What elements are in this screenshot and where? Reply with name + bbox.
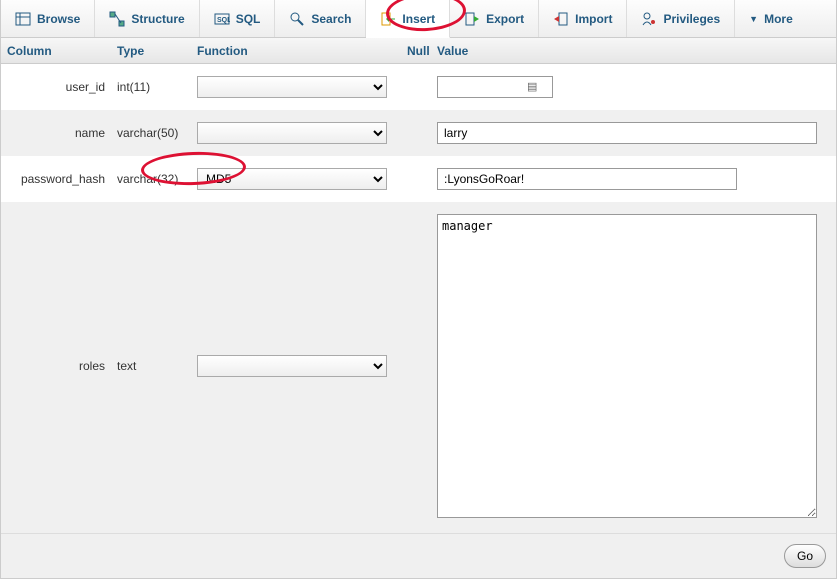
function-select-password-hash[interactable]: MD5 [197, 168, 387, 190]
table-header: Column Type Function Null Value [1, 38, 836, 64]
tab-browse[interactable]: Browse [1, 0, 95, 37]
function-select-name[interactable] [197, 122, 387, 144]
table-row: password_hash varchar(32) MD5 [1, 156, 836, 202]
chevron-down-icon: ▼ [749, 14, 758, 24]
column-name: name [1, 126, 111, 140]
footer-bar: Go [1, 533, 836, 578]
search-icon [289, 11, 305, 27]
tab-sql[interactable]: SQL SQL [200, 0, 276, 37]
import-icon [553, 11, 569, 27]
value-input-name[interactable] [437, 122, 817, 144]
tab-structure[interactable]: Structure [95, 0, 199, 37]
tab-privileges[interactable]: Privileges [627, 0, 735, 37]
svg-text:SQL: SQL [217, 17, 230, 24]
header-column: Column [1, 40, 111, 62]
tab-import[interactable]: Import [539, 0, 627, 37]
tab-insert[interactable]: Insert [366, 0, 450, 38]
go-button[interactable]: Go [784, 544, 826, 568]
tab-more[interactable]: ▼ More [735, 0, 807, 37]
header-value: Value [431, 40, 836, 62]
function-select-roles[interactable] [197, 355, 387, 377]
tab-label: Structure [131, 12, 184, 26]
header-function: Function [191, 40, 401, 62]
sql-icon: SQL [214, 11, 230, 27]
column-name: password_hash [1, 172, 111, 186]
column-type: varchar(50) [111, 126, 191, 140]
function-select-user-id[interactable] [197, 76, 387, 98]
column-name: user_id [1, 80, 111, 94]
tab-export[interactable]: Export [450, 0, 539, 37]
table-row: name varchar(50) [1, 110, 836, 156]
tab-bar: Browse Structure SQL SQL Search Insert E… [1, 0, 836, 38]
tab-label: Export [486, 12, 524, 26]
column-type: varchar(32) [111, 172, 191, 186]
column-type: text [111, 359, 191, 373]
table-row: user_id int(11) ▤ [1, 64, 836, 110]
tab-label: Browse [37, 12, 80, 26]
column-type: int(11) [111, 80, 191, 94]
header-type: Type [111, 40, 191, 62]
tab-label: SQL [236, 12, 261, 26]
value-textarea-roles[interactable] [437, 214, 817, 518]
header-null: Null [401, 40, 431, 62]
table-icon [15, 11, 31, 27]
insert-icon [380, 11, 396, 27]
auto-increment-icon: ▤ [527, 80, 537, 93]
table-row: roles text [1, 202, 836, 533]
tab-label: Search [311, 12, 351, 26]
tab-label: Privileges [663, 12, 720, 26]
tab-label: Import [575, 12, 612, 26]
privileges-icon [641, 11, 657, 27]
tab-label: Insert [402, 12, 435, 26]
tab-search[interactable]: Search [275, 0, 366, 37]
export-icon [464, 11, 480, 27]
value-input-password-hash[interactable] [437, 168, 737, 190]
column-name: roles [1, 359, 111, 373]
tab-label: More [764, 12, 793, 26]
structure-icon [109, 11, 125, 27]
